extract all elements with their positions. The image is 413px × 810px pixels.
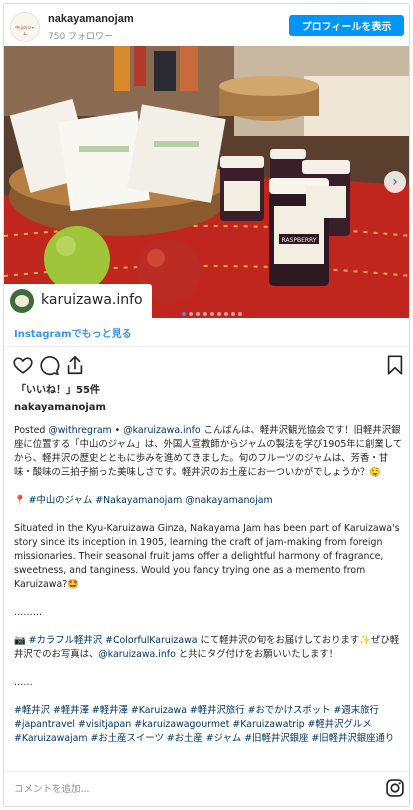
account-name[interactable]: nakayamanojam [48,13,134,25]
comment-input[interactable] [14,780,314,798]
carousel-dot [196,312,200,316]
instagram-embed-card: 中山のジャム nakayamanojam 750 フォロワー プロフィールを表示 [3,3,410,807]
carousel-dot [210,312,214,316]
view-more-on-instagram-link[interactable]: Instagramでもっと見る [14,325,132,340]
caption-paragraph-3: Situated in the Kyu-Karuizawa Ginza, Nak… [14,523,400,590]
carousel-dot [182,312,186,316]
mention-link[interactable]: @karuizawa.info [123,425,200,436]
carousel-dot [217,312,221,316]
likes-count[interactable]: 「いいね！」55件 [16,381,100,396]
hashtag-link[interactable]: #中山のジャム [29,495,93,506]
camera-icon: 📷 [14,635,29,646]
share-icon[interactable] [64,354,86,376]
chevron-right-icon: › [392,173,398,190]
tagged-account-avatar [10,289,34,313]
carousel-dot [189,312,193,316]
next-photo-button[interactable]: › [384,171,406,193]
jam-shop-photo: RASPBERRY [4,46,409,318]
tagged-account-chip[interactable]: karuizawa.info [4,284,152,318]
post-caption: Posted @withregram • @karuizawa.info こんば… [14,424,404,759]
hashtag-link[interactable]: #カラフル軽井沢 [29,635,102,646]
caption-text: • [111,425,124,436]
carousel-dot [231,312,235,316]
caption-separator: …… [14,677,33,688]
hashtag-list[interactable]: #軽井沢 #軽井澤 #軽井澤 #Karuizawa #軽井沢旅行 #おでかけスポ… [14,704,404,746]
instagram-icon[interactable] [385,778,405,798]
divider [4,771,409,772]
divider [4,346,409,347]
post-actions [4,354,409,378]
jar-label-text: RASPBERRY [282,237,317,244]
post-photo[interactable]: RASPBERRY › karuizawa.info [4,46,409,318]
carousel-dots [182,301,245,316]
comment-icon[interactable] [38,354,60,376]
mention-link[interactable]: @karuizawa.info [98,649,175,660]
avatar-logo-text: 中山のジャム [15,25,35,36]
view-profile-button[interactable]: プロフィールを表示 [289,15,404,36]
caption-paragraph-2: 📍 #中山のジャム #Nakayamanojam @nakayamanojam [14,494,404,508]
post-header: 中山のジャム nakayamanojam 750 フォロワー プロフィールを表示 [4,4,409,46]
post-username[interactable]: nakayamanojam [14,402,106,413]
avatar[interactable]: 中山のジャム [10,12,40,42]
followers-count: 750 フォロワー [48,32,114,42]
heart-icon[interactable] [12,354,34,376]
caption-paragraph-5: 📷 #カラフル軽井沢 #ColorfulKaruizawa にて軽井沢の旬をお届… [14,634,404,662]
hashtag-link[interactable]: #ColorfulKaruizawa [105,635,197,646]
pin-icon: 📍 [14,495,29,506]
mention-link[interactable]: @nakayamanojam [185,495,272,506]
carousel-dot [224,312,228,316]
caption-separator: ……… [14,607,43,618]
caption-paragraph-1: Posted @withregram • @karuizawa.info こんば… [14,424,404,480]
hashtag-link[interactable]: #Nakayamanojam [95,495,182,506]
mention-link[interactable]: @withregram [48,425,111,436]
carousel-dot [238,312,242,316]
caption-text: と共にタグ付けをお願いいたします！ [175,649,339,660]
bookmark-icon[interactable] [384,354,406,376]
caption-text: Posted [14,425,49,436]
carousel-dot [203,312,207,316]
tagged-account-name: karuizawa.info [41,292,143,308]
